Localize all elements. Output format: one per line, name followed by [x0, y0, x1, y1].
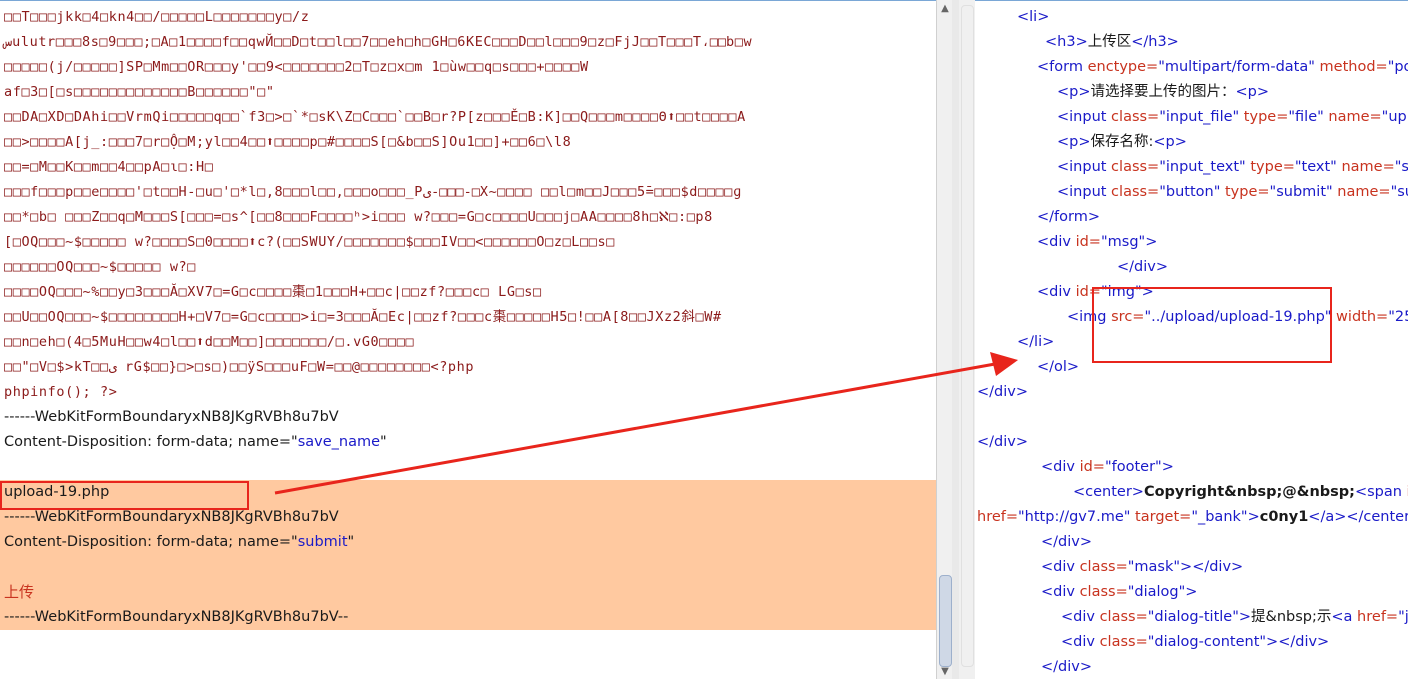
response-scrollbar[interactable] — [959, 0, 975, 679]
binary-line: □□□f□□□p□□e□□□□'□t□□H-□u□'□*l□,8□□□l□□,□… — [4, 184, 742, 200]
scroll-down-icon[interactable]: ▼ — [940, 667, 950, 677]
disposition-line-1: Content-Disposition: form-data; name="sa… — [4, 434, 387, 450]
scroll-thumb[interactable] — [939, 575, 952, 667]
input-text-line: <input class="input_text" type="text" na… — [1057, 159, 1408, 175]
p1-line: <p>请选择要上传的图片：<p> — [1057, 84, 1270, 100]
dialog-line: <div class="dialog"> — [1041, 584, 1198, 600]
dialog-content-line: <div class="dialog-content"></div> — [1061, 634, 1330, 650]
request-scrollbar[interactable]: ▲ ▼ — [936, 0, 953, 679]
form-open: <form enctype="multipart/form-data" meth… — [1037, 59, 1408, 75]
boundary-end-line: ------WebKitFormBoundaryxNB8JKgRVBh8u7bV… — [4, 609, 349, 625]
input-file-line: <input class="input_file" type="file" na… — [1057, 109, 1408, 125]
dialog-title-line: <div class="dialog-title">提&nbsp;示<a hre… — [1061, 609, 1408, 625]
binary-line: ﺱulutr□□□8s□9□□□;□A□1□□□□f□□qwЙ□□D□t□□l□… — [4, 34, 753, 50]
div-msg-line: <div id="msg"> — [1037, 234, 1158, 250]
binary-line: □□>□□□□A[j_:□□□7□r□Ộ□M;yl□□4□□⬆□□□□p□#□□… — [4, 134, 572, 150]
footer-div-line: <div id="footer"> — [1041, 459, 1174, 475]
binary-line: □□T□□□jkk□4□kn4□□/□□□□□L□□□□□□□y□/z — [4, 9, 310, 25]
boundary-line-1: ------WebKitFormBoundaryxNB8JKgRVBh8u7bV — [4, 409, 339, 425]
request-editor[interactable]: □□T□□□jkk□4□kn4□□/□□□□□L□□□□□□□y□/z ﺱulut… — [0, 0, 936, 679]
div-close-a: </div> — [977, 384, 1028, 400]
ol-close: </ol> — [1037, 359, 1080, 375]
binary-line: □□=□M□□K□□m□□4□□pA□ɩ□:H□ — [4, 159, 214, 175]
div-msg-close: </div> — [1117, 259, 1168, 275]
form-close: </form> — [1037, 209, 1100, 225]
scroll-track[interactable] — [961, 5, 974, 667]
binary-line: □□*□b□ □□□Z□□q□M□□□S[□□□=□s^[□□8□□□F□□□□… — [4, 209, 713, 225]
binary-line: □□□□□□OQ□□□~$□□□□□ w?□ — [4, 259, 197, 275]
li-close: </li> — [1017, 334, 1055, 350]
input-submit-line: <input class="button" type="submit" name… — [1057, 184, 1408, 200]
binary-line: □□□□OQ□□□~%□□y□3□□□Ă□XV7□=G□c□□□□棗□1□□□H… — [4, 284, 542, 300]
href-line: href="http://gv7.me" target="_bank">c0ny… — [977, 509, 1408, 525]
annotation-box-request — [0, 481, 249, 510]
binary-line: af□3□[□s□□□□□□□□□□□□□B□□□□□□"□" — [4, 84, 275, 100]
binary-line: [□OQ□□□~$□□□□□ w?□□□□S□0□□□□⬆c?(□□SWUY/□… — [4, 234, 615, 250]
binary-line: □□n□eh□(4□5MuH□□w4□l□□⬆d□□M□□]□□□□□□□/□.… — [4, 334, 415, 350]
binary-line: □□DA□XD□DAhi□□VrmQi□□□□□q□□`f3□>□`*□sK\Z… — [4, 109, 746, 125]
mask-line: <div class="mask"></div> — [1041, 559, 1244, 575]
annotation-box-response — [1092, 287, 1332, 363]
disposition-line-2: Content-Disposition: form-data; name="su… — [4, 534, 355, 550]
binary-line: □□U□□OQ□□□~$□□□□□□□□H+□V7□=G□c□□□□>i□=3□… — [4, 309, 722, 325]
binary-line: □□□□□(j/□□□□□]SP□Mm□□OR□□□y'□□9<□□□□□□□2… — [4, 59, 589, 75]
scroll-up-icon[interactable]: ▲ — [940, 4, 950, 14]
h3-line: <h3>上传区</h3> — [1045, 34, 1179, 50]
php-line: phpinfo(); ?> — [4, 384, 118, 400]
div-close-c: </div> — [1041, 534, 1092, 550]
binary-line: □□"□V□$>kT□□ی rG$□□}□>□s□)□□ÿS□□□uF□W=□□… — [4, 359, 475, 375]
div-close-d: </div> — [1041, 659, 1092, 675]
div-close-b: </div> — [977, 434, 1028, 450]
p2-line: <p>保存名称:<p> — [1057, 134, 1187, 150]
field-name-save: save_name — [297, 434, 381, 450]
submit-value: 上传 — [4, 583, 35, 601]
center-line: <center>Copyright&nbsp;@&nbsp;<span ic — [1073, 484, 1408, 500]
li-open: <li> — [1017, 9, 1050, 25]
field-name-submit: submit — [297, 534, 348, 550]
